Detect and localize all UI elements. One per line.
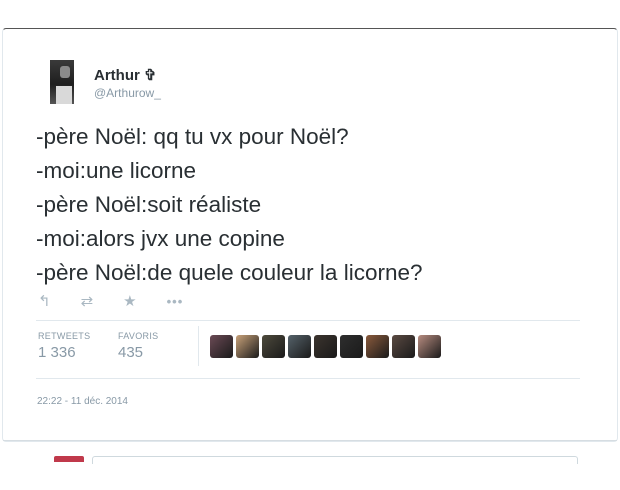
tweet-line: -moi:alors jvx une copine [36, 226, 285, 251]
favoriter-avatar[interactable] [210, 335, 233, 358]
tweet-actions: ↰ ⇄ ★ ••• [38, 292, 213, 312]
favoriter-avatar[interactable] [288, 335, 311, 358]
divider [36, 320, 580, 321]
avatar-shirt [56, 86, 72, 104]
retweets-count[interactable]: 1 336 [38, 344, 76, 361]
tweet-timestamp[interactable]: 22:22 - 11 déc. 2014 [37, 396, 128, 407]
author-name[interactable]: Arthur ✞ [94, 66, 157, 84]
tweet-line: -père Noël:soit réaliste [36, 192, 262, 217]
favorites-count[interactable]: 435 [118, 344, 143, 361]
reply-input[interactable] [92, 456, 578, 464]
author-avatar[interactable] [50, 60, 74, 104]
favoriter-avatar[interactable] [314, 335, 337, 358]
reply-icon[interactable]: ↰ [38, 292, 51, 312]
divider [36, 378, 580, 379]
favoriter-avatar[interactable] [392, 335, 415, 358]
reply-user-avatar [54, 456, 84, 462]
retweets-label[interactable]: RETWEETS [38, 331, 90, 341]
stats-divider [198, 326, 199, 366]
retweet-icon[interactable]: ⇄ [81, 292, 94, 312]
tweet-line: -père Noël: qq tu vx pour Noël? [36, 124, 349, 149]
favoriter-avatar[interactable] [418, 335, 441, 358]
tweet-line: -père Noël:de quele couleur la licorne? [36, 260, 423, 285]
divider [3, 440, 617, 441]
avatar-face [60, 66, 70, 78]
favoriter-avatar[interactable] [340, 335, 363, 358]
favoriter-avatar[interactable] [236, 335, 259, 358]
favoriters-list [210, 335, 444, 358]
favorites-label[interactable]: FAVORIS [118, 331, 158, 341]
favorite-icon[interactable]: ★ [123, 292, 136, 312]
favoriter-avatar[interactable] [262, 335, 285, 358]
tweet-text: -père Noël: qq tu vx pour Noël? -moi:une… [36, 120, 596, 290]
author-handle[interactable]: @Arthurow_ [94, 86, 161, 100]
favoriter-avatar[interactable] [366, 335, 389, 358]
tweet-line: -moi:une licorne [36, 158, 197, 183]
more-icon[interactable]: ••• [167, 292, 184, 312]
